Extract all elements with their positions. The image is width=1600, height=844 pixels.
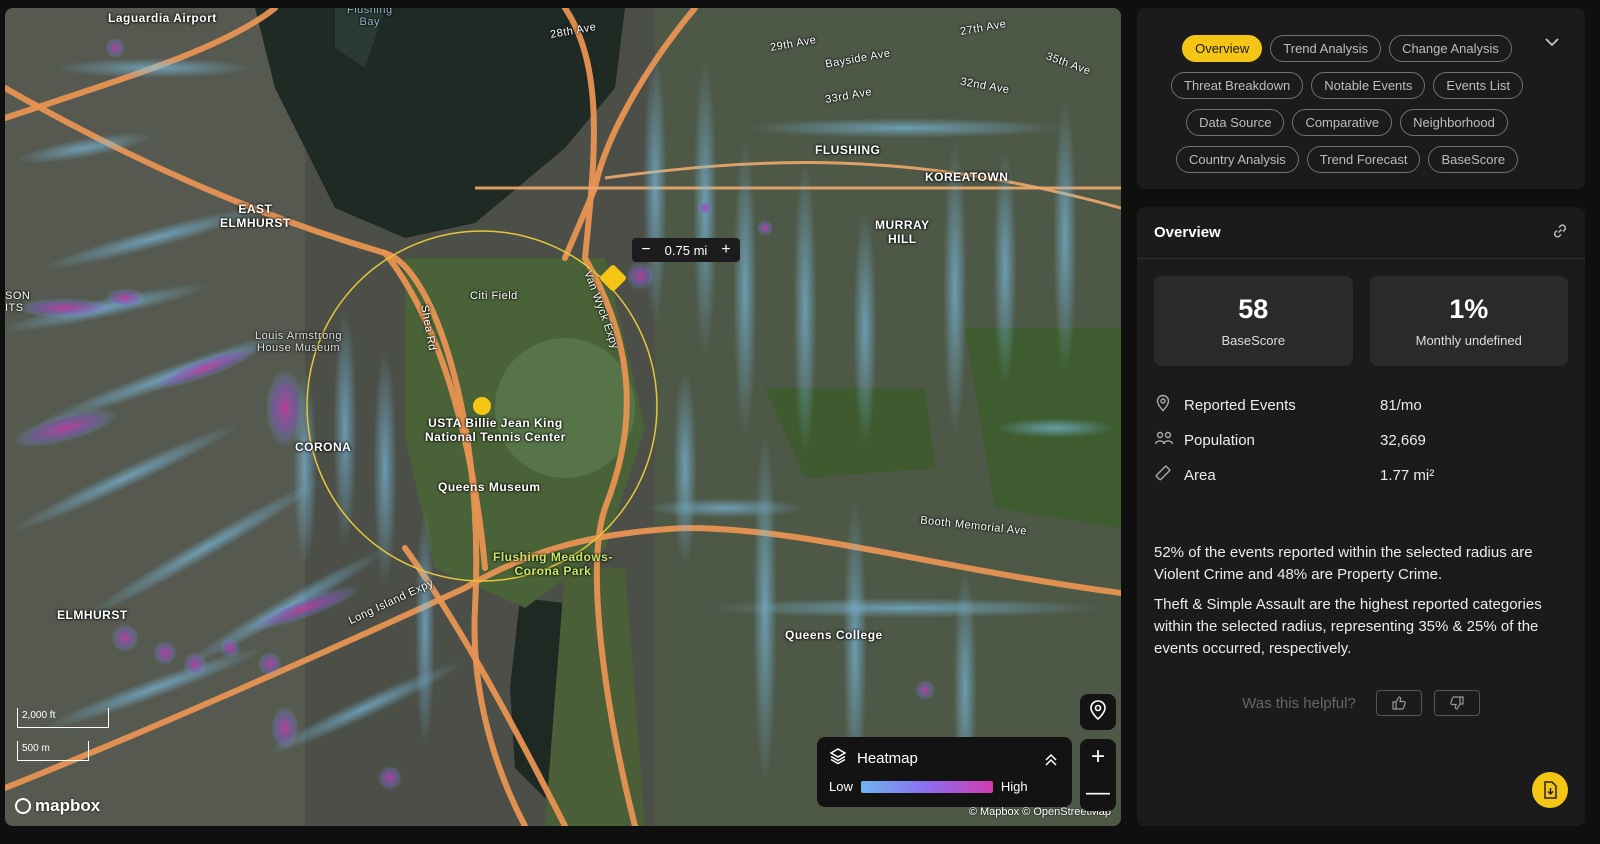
mapbox-logo-text: mapbox: [35, 796, 101, 815]
map-label-queens-museum: Queens Museum: [438, 480, 541, 494]
metrics-list: Reported Events 81/mo Population 32,669 …: [1137, 366, 1585, 493]
feedback-row: Was this helpful?: [1137, 690, 1585, 716]
analysis-panel: Overview Trend Analysis Change Analysis Thr…: [1137, 8, 1585, 826]
tab-list: Overview Trend Analysis Change Analysis Thr…: [1167, 35, 1527, 173]
link-icon[interactable]: [1552, 223, 1568, 242]
radius-increase-button[interactable]: +: [718, 241, 734, 259]
layers-icon: [829, 747, 847, 769]
metric-value: 81/mo: [1380, 397, 1422, 414]
heatmap-legend[interactable]: Heatmap Low High: [817, 737, 1072, 807]
download-file-icon: [1544, 781, 1557, 799]
download-report-button[interactable]: [1532, 772, 1568, 808]
tab-notable-events[interactable]: Notable Events: [1311, 72, 1426, 99]
thumbs-down-icon: [1450, 696, 1464, 710]
scale-bar-meters: 500 m: [17, 741, 89, 761]
stat-label: Monthly undefined: [1415, 333, 1522, 348]
map-label-corona: CORONA: [295, 440, 352, 454]
plus-icon: +: [1090, 743, 1105, 770]
metric-value: 1.77 mi²: [1380, 467, 1435, 484]
tab-trend-analysis[interactable]: Trend Analysis: [1270, 35, 1382, 62]
tab-events-list[interactable]: Events List: [1433, 72, 1523, 99]
thumbs-down-button[interactable]: [1433, 690, 1480, 716]
locate-button[interactable]: [1080, 694, 1116, 730]
stat-value: 58: [1238, 294, 1269, 324]
tab-threat-breakdown[interactable]: Threat Breakdown: [1171, 72, 1304, 99]
tab-bar: Overview Trend Analysis Change Analysis Thr…: [1137, 8, 1585, 189]
map-label-east-elmhurst: EAST ELMHURST: [220, 202, 291, 230]
metric-population: Population 32,669: [1154, 423, 1568, 458]
map-label-flushing: FLUSHING: [815, 143, 881, 157]
zoom-control: + —: [1080, 739, 1116, 811]
summary-paragraph: Theft & Simple Assault are the highest r…: [1154, 596, 1542, 657]
tab-data-source[interactable]: Data Source: [1186, 109, 1285, 136]
thumbs-up-button[interactable]: [1375, 690, 1422, 716]
metric-label: Reported Events: [1184, 397, 1296, 414]
map-label-louis-armstrong: Louis Armstrong House Museum: [255, 330, 342, 354]
map-label-citi-field: Citi Field: [470, 290, 518, 302]
zoom-out-button[interactable]: —: [1080, 775, 1116, 811]
map-view[interactable]: Laguardia Airport Flushing Bay EAST ELMH…: [5, 8, 1121, 826]
overview-card: Overview 58 BaseScore 1% Monthly undefin…: [1137, 207, 1585, 826]
ruler-icon: [1154, 464, 1184, 487]
metric-label: Area: [1184, 467, 1216, 484]
chevron-up-icon[interactable]: [1044, 753, 1058, 770]
map-label-elmhurst: ELMHURST: [57, 608, 128, 622]
legend-title: Heatmap: [857, 749, 918, 767]
scale-bar-feet: 2,000 ft: [17, 708, 109, 728]
metric-reported-events: Reported Events 81/mo: [1154, 388, 1568, 423]
map-label-flushing-bay: Flushing Bay: [347, 8, 393, 28]
stat-basescore: 58 BaseScore: [1154, 276, 1353, 366]
legend-low-label: Low: [829, 779, 853, 794]
tab-comparative[interactable]: Comparative: [1292, 109, 1393, 136]
tab-overview[interactable]: Overview: [1182, 35, 1263, 62]
legend-gradient: [860, 780, 993, 793]
tab-basescore[interactable]: BaseScore: [1428, 146, 1519, 173]
map-label-koreatown: KOREATOWN: [925, 170, 1009, 184]
stats-row: 58 BaseScore 1% Monthly undefined: [1137, 259, 1585, 366]
tab-country-analysis[interactable]: Country Analysis: [1175, 146, 1299, 173]
map-label-queens-college: Queens College: [785, 628, 883, 642]
map-label-murray-hill: MURRAY HILL: [875, 218, 930, 246]
mapbox-logo-icon: [15, 798, 31, 814]
tab-neighborhood[interactable]: Neighborhood: [1400, 109, 1508, 136]
people-icon: [1154, 429, 1184, 452]
metric-value: 32,669: [1380, 432, 1426, 449]
mapbox-logo[interactable]: mapbox: [15, 796, 100, 816]
metric-area: Area 1.77 mi²: [1154, 458, 1568, 493]
summary-paragraph: 52% of the events reported within the se…: [1154, 544, 1533, 583]
map-label-flushing-meadows: Flushing Meadows- Corona Park: [493, 550, 613, 578]
overview-summary: 52% of the events reported within the se…: [1137, 542, 1585, 660]
map-label-son-its: SON ITS: [5, 290, 31, 314]
legend-high-label: High: [1000, 779, 1028, 794]
minus-icon: —: [1086, 779, 1110, 806]
zoom-in-button[interactable]: +: [1080, 739, 1116, 775]
location-pin-icon: [1089, 699, 1107, 725]
radius-decrease-button[interactable]: −: [638, 241, 654, 259]
radius-value: 0.75 mi: [664, 242, 708, 258]
tab-change-analysis[interactable]: Change Analysis: [1389, 35, 1512, 62]
feedback-question: Was this helpful?: [1242, 694, 1356, 712]
map-label-usta: USTA Billie Jean King National Tennis Ce…: [425, 416, 566, 444]
stat-monthly: 1% Monthly undefined: [1369, 276, 1568, 366]
radius-control: − 0.75 mi +: [632, 238, 740, 262]
thumbs-up-icon: [1392, 696, 1406, 710]
pin-icon: [1154, 394, 1184, 417]
map-label-laguardia: Laguardia Airport: [108, 11, 217, 25]
metric-label: Population: [1184, 432, 1255, 449]
tab-trend-forecast[interactable]: Trend Forecast: [1306, 146, 1421, 173]
stat-value: 1%: [1449, 294, 1489, 324]
overview-title: Overview: [1154, 224, 1221, 241]
stat-label: BaseScore: [1221, 333, 1286, 348]
chevron-down-icon[interactable]: [1545, 34, 1559, 50]
